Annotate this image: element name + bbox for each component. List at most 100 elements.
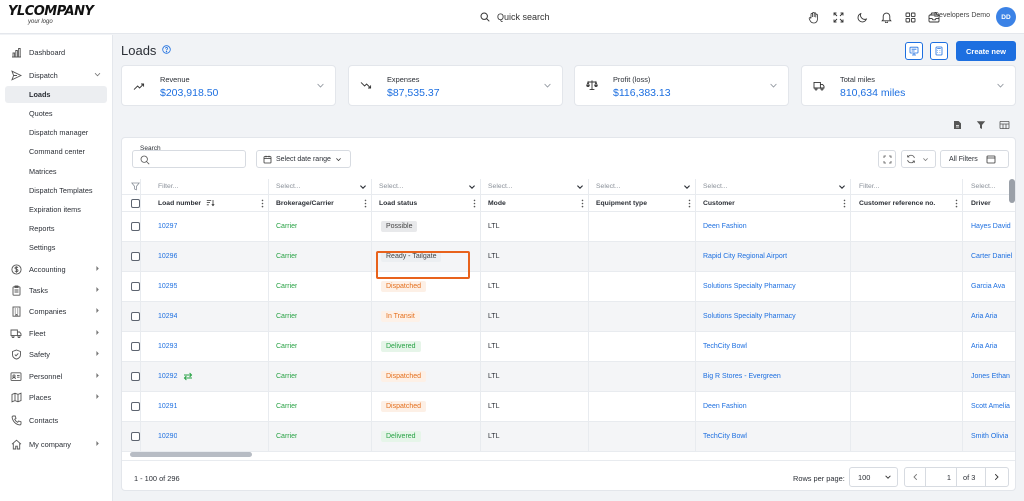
column-menu-icon[interactable] (364, 195, 367, 211)
column-header[interactable]: Load status (379, 195, 417, 211)
next-page-button[interactable] (986, 468, 1006, 486)
customer-link-cell[interactable]: TechCity Bowl (703, 422, 747, 451)
expand-icon[interactable] (830, 9, 846, 25)
search-input[interactable] (132, 150, 246, 168)
column-menu-icon[interactable] (843, 195, 846, 211)
customer-link[interactable]: Deen Fashion (703, 403, 747, 410)
load-number-link[interactable]: 10296 (158, 253, 177, 260)
row-checkbox[interactable] (131, 392, 140, 421)
stat-card-expenses[interactable]: Expenses $87,535.37 (348, 65, 563, 106)
column-header[interactable]: Equipment type (596, 195, 647, 211)
board-view-button[interactable] (905, 42, 923, 60)
column-menu-icon[interactable] (581, 195, 584, 211)
all-filters-button[interactable]: All Filters (940, 150, 1009, 168)
column-header[interactable]: Customer reference no. (859, 195, 935, 211)
sidebar-item-contacts[interactable]: Contacts (5, 411, 107, 429)
load-number-link-cell[interactable]: 10293 (158, 332, 177, 361)
horizontal-scrollbar[interactable] (130, 452, 252, 457)
calculator-button[interactable] (930, 42, 948, 60)
filter-icon[interactable] (975, 119, 987, 131)
load-status-cell[interactable]: Delivered (381, 422, 421, 451)
columns-icon[interactable] (998, 119, 1010, 131)
filter-input[interactable]: Filter... (859, 179, 879, 194)
table-row[interactable]: 10297 Carrier Possible LTL Deen Fashion Hayes… (122, 212, 1015, 242)
customer-link-cell[interactable]: Rapid City Regional Airport (703, 242, 787, 271)
filter-select[interactable]: Select... (971, 179, 996, 194)
load-status-cell[interactable]: Ready - Tailgate (381, 242, 442, 271)
stat-card-profit[interactable]: Profit (loss) $116,383.13 (574, 65, 789, 106)
filter-select[interactable]: Select... (703, 179, 728, 194)
load-number-link-cell[interactable]: 10290 (158, 422, 177, 451)
column-menu-icon[interactable] (261, 195, 264, 211)
sidebar-item-safety[interactable]: Safety (5, 345, 107, 363)
sidebar-sub-command-center[interactable]: Command center (5, 143, 107, 160)
export-file-icon[interactable] (951, 119, 963, 131)
row-checkbox[interactable] (131, 272, 140, 301)
load-status-cell[interactable]: Possible (381, 212, 418, 241)
sidebar-item-dispatch[interactable]: Dispatch (5, 66, 107, 84)
avatar[interactable]: DD (996, 7, 1016, 27)
select-all-checkbox[interactable] (131, 195, 140, 211)
rows-per-page-select[interactable]: 100 (849, 467, 898, 487)
column-header[interactable]: Mode (488, 195, 506, 211)
column-header[interactable]: Customer (703, 195, 735, 211)
row-checkbox[interactable] (131, 332, 140, 361)
load-number-link[interactable]: 10291 (158, 403, 177, 410)
quick-search-button[interactable]: Quick search (480, 10, 550, 24)
driver-link[interactable]: Garcia Ava (971, 283, 1005, 290)
company-logo[interactable]: YLCOMPANY your logo (8, 5, 94, 29)
load-status-cell[interactable]: Dispatched (381, 272, 427, 301)
date-range-select[interactable]: Select date range (256, 150, 351, 168)
moon-icon[interactable] (854, 9, 870, 25)
customer-link-cell[interactable]: Deen Fashion (703, 392, 747, 421)
sidebar-item-companies[interactable]: Companies (5, 302, 107, 320)
load-number-link[interactable]: 10292 (158, 373, 177, 380)
column-menu-icon[interactable] (955, 195, 958, 211)
sidebar-item-accounting[interactable]: Accounting (5, 260, 107, 278)
driver-link[interactable]: Jones Ethan (971, 373, 1010, 380)
driver-link-cell[interactable]: Hayes David (971, 212, 1011, 241)
driver-link[interactable]: Scott Amelia (971, 403, 1010, 410)
driver-link[interactable]: Aria Aria (971, 343, 997, 350)
load-number-link-cell[interactable]: 10291 (158, 392, 177, 421)
load-number-link[interactable]: 10293 (158, 343, 177, 350)
driver-link[interactable]: Aria Aria (971, 313, 997, 320)
customer-link-cell[interactable]: Big R Stores - Evergreen (703, 362, 781, 391)
sidebar-sub-matrices[interactable]: Matrices (5, 163, 107, 180)
load-number-link-cell[interactable]: 10294 (158, 302, 177, 331)
sidebar-sub-settings[interactable]: Settings (5, 239, 107, 256)
load-number-link-cell[interactable]: 10295 (158, 272, 177, 301)
sort-icon[interactable] (206, 199, 215, 207)
load-number-link[interactable]: 10295 (158, 283, 177, 290)
create-new-button[interactable]: Create new (956, 41, 1016, 61)
customer-link[interactable]: Solutions Specialty Pharmacy (703, 283, 796, 290)
table-row[interactable]: 10295 Carrier Dispatched LTL Solutions Speci… (122, 272, 1015, 302)
customer-link[interactable]: Solutions Specialty Pharmacy (703, 313, 796, 320)
sidebar-sub-expiration-items[interactable]: Expiration items (5, 201, 107, 218)
driver-link-cell[interactable]: Carter Daniel (971, 242, 1012, 271)
filter-select[interactable]: Select... (276, 179, 301, 194)
load-number-link[interactable]: 10290 (158, 433, 177, 440)
column-header[interactable]: Load number (158, 195, 215, 211)
driver-link[interactable]: Hayes David (971, 223, 1011, 230)
sidebar-item-personnel[interactable]: Personnel (5, 367, 107, 385)
filter-select[interactable]: Select... (379, 179, 404, 194)
column-header[interactable]: Brokerage/Carrier (276, 195, 334, 211)
load-status-cell[interactable]: In Transit (381, 302, 420, 331)
column-menu-icon[interactable] (688, 195, 691, 211)
load-status-cell[interactable]: Delivered (381, 332, 421, 361)
load-number-link[interactable]: 10294 (158, 313, 177, 320)
customer-link[interactable]: Deen Fashion (703, 223, 747, 230)
user-name[interactable]: Developers Demo (934, 12, 990, 19)
row-checkbox[interactable] (131, 362, 140, 391)
sidebar-item-my-company[interactable]: My company (5, 435, 107, 453)
sidebar-sub-reports[interactable]: Reports (5, 220, 107, 237)
driver-link-cell[interactable]: Scott Amelia (971, 392, 1010, 421)
row-checkbox[interactable] (131, 242, 140, 271)
filter-select[interactable]: Select... (596, 179, 621, 194)
filter-icon[interactable] (131, 179, 140, 194)
driver-link[interactable]: Carter Daniel (971, 253, 1012, 260)
driver-link[interactable]: Smith Olivia (971, 433, 1008, 440)
customer-link[interactable]: Big R Stores - Evergreen (703, 373, 781, 380)
driver-link-cell[interactable]: Smith Olivia (971, 422, 1008, 451)
